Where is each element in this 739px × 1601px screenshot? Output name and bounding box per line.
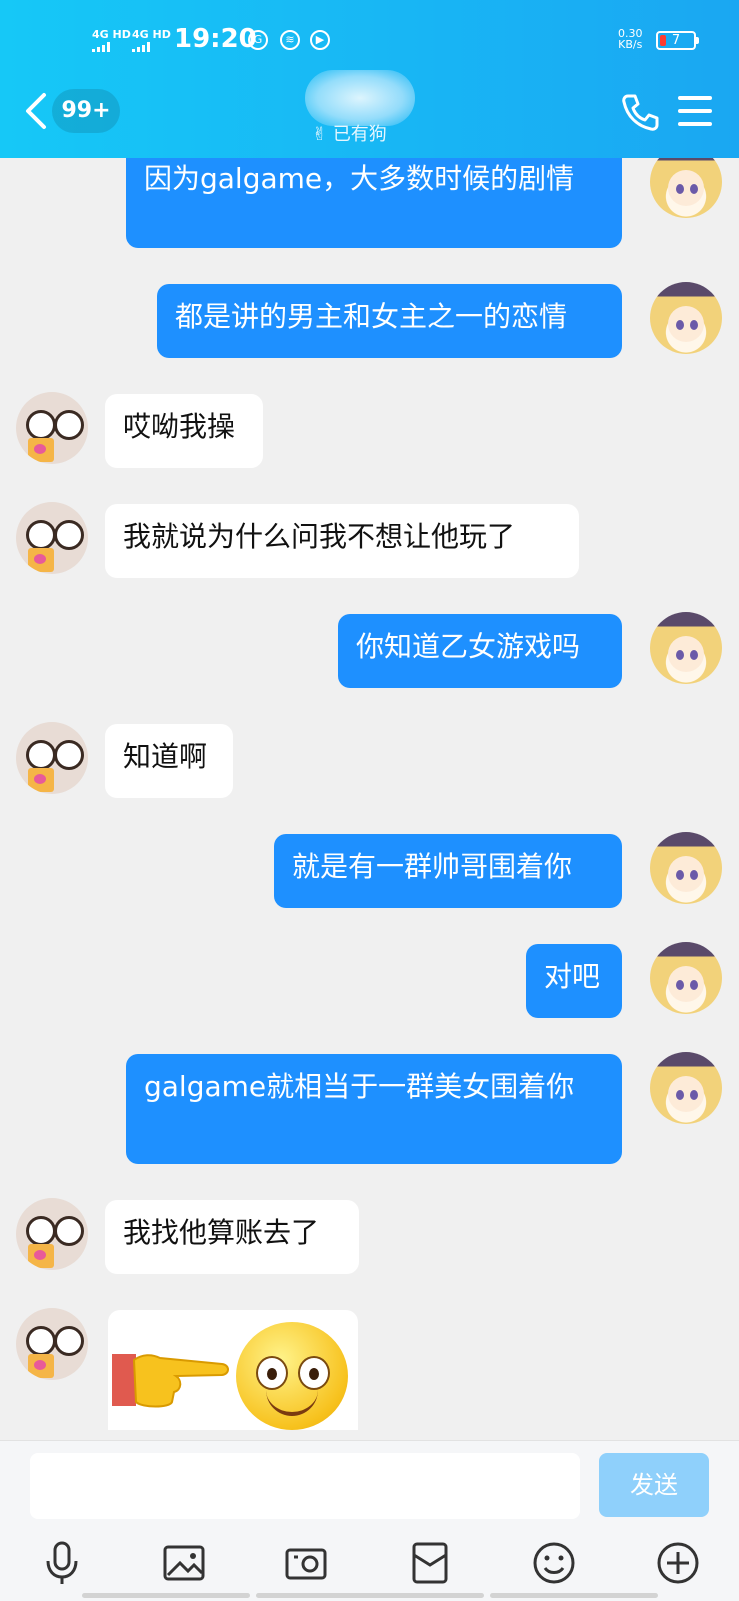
red-packet-icon[interactable] [408,1541,452,1585]
smiley-face-icon [236,1322,348,1430]
message-bubble[interactable]: 我就说为什么问我不想让他玩了 [105,504,579,578]
message-bubble[interactable]: 哎呦我操 [105,394,263,468]
message-bubble[interactable]: galgame就相当于一群美女围着你 [126,1054,622,1164]
contact-avatar[interactable] [16,722,88,794]
tool-scroll-indicator [256,1593,484,1598]
input-bar: 发送 [0,1440,739,1601]
battery-level: 7 [671,33,681,48]
audio-app-icon: ≋ [280,30,300,50]
netease-music-icon: G [248,30,268,50]
status-time: 19:20 [174,24,257,54]
message-bubble[interactable]: 就是有一群帅哥围着你 [274,834,622,908]
battery-icon: 7 [656,31,699,50]
contact-name-redacted[interactable] [305,70,415,126]
sticker-message[interactable] [108,1310,358,1430]
contact-avatar[interactable] [16,392,88,464]
my-avatar[interactable] [650,612,722,684]
message-bubble[interactable]: 都是讲的男主和女主之一的恋情 [157,284,622,358]
camera-icon[interactable] [284,1541,328,1585]
message-bubble[interactable]: 因为galgame，大多数时候的剧情 [126,158,622,248]
contact-avatar[interactable] [16,502,88,574]
chat-header: 4G HD 4G HD 19:20 G ≋ ▶ 0.30 KB/s 7 99+ … [0,0,739,158]
message-list[interactable]: 因为galgame，大多数时候的剧情 都是讲的男主和女主之一的恋情 哎呦我操 我… [0,158,739,1440]
contact-avatar[interactable] [16,1198,88,1270]
message-bubble[interactable]: 知道啊 [105,724,233,798]
send-button[interactable]: 发送 [599,1453,709,1517]
tool-scroll-indicator [490,1593,658,1598]
signal-4g-icon-2: 4G HD [132,29,171,52]
pointing-finger-icon [112,1354,229,1408]
toolbar [0,1541,739,1597]
video-play-icon: ▶ [310,30,330,50]
my-avatar[interactable] [650,832,722,904]
phone-call-icon[interactable] [620,92,660,132]
plus-icon[interactable] [656,1541,700,1585]
contact-avatar[interactable] [16,1308,88,1380]
contact-status: ✌ 已有狗 [312,124,387,145]
menu-icon[interactable] [678,96,712,128]
my-avatar[interactable] [650,942,722,1014]
network-speed: 0.30 KB/s [618,27,643,51]
tool-scroll-indicator [82,1593,250,1598]
back-arrow-icon[interactable] [20,91,52,131]
signal-4g-icon-1: 4G HD [92,29,131,52]
message-bubble[interactable]: 我找他算账去了 [105,1200,359,1274]
status-bar: 4G HD 4G HD 19:20 G ≋ ▶ 0.30 KB/s 7 [0,22,739,62]
my-avatar[interactable] [650,158,722,218]
message-bubble[interactable]: 对吧 [526,944,622,1018]
emoji-icon[interactable] [532,1541,576,1585]
unread-count-badge[interactable]: 99+ [52,89,120,133]
microphone-icon[interactable] [40,1541,84,1585]
my-avatar[interactable] [650,1052,722,1124]
message-input[interactable] [30,1453,580,1519]
image-icon[interactable] [162,1541,206,1585]
message-bubble[interactable]: 你知道乙女游戏吗 [338,614,622,688]
my-avatar[interactable] [650,282,722,354]
